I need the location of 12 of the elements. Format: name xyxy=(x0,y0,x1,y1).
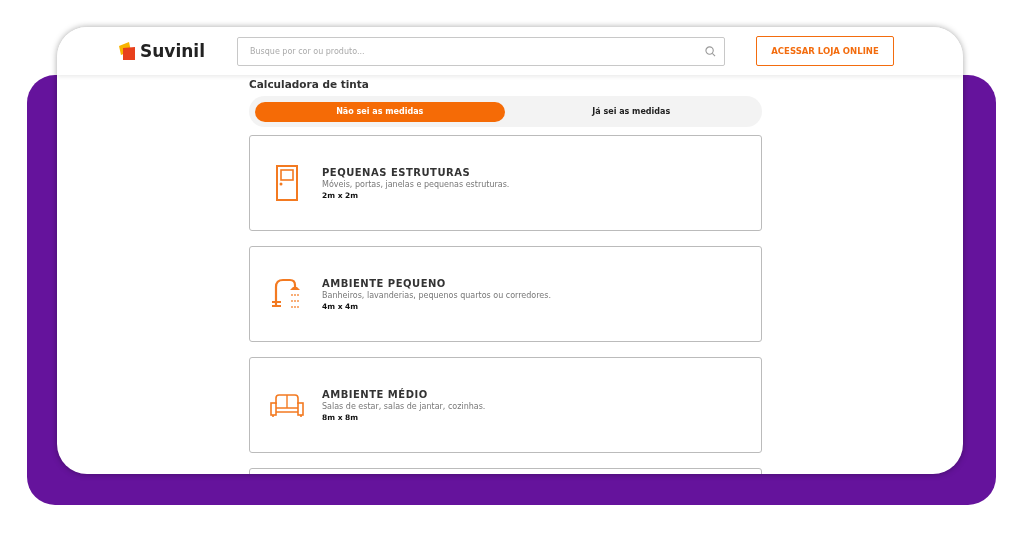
option-description: Móveis, portas, janelas e pequenas estruturas. xyxy=(322,179,510,189)
option-description: Salas de estar, salas de jantar, cozinhas. xyxy=(322,401,486,411)
logo-icon xyxy=(117,41,137,61)
option-title: AMBIENTE PEQUENO xyxy=(322,277,447,289)
option-description: Banheiros, lavanderias, pequenos quartos ou corredores. xyxy=(322,290,551,300)
logo-text: Suvinil xyxy=(140,41,205,61)
search-field[interactable]: Busque por cor ou produto... xyxy=(237,36,725,66)
search-icon xyxy=(705,45,716,57)
option-title: PEQUENAS ESTRUTURAS xyxy=(322,166,472,178)
tab[interactable]: Já sei as medidas xyxy=(506,101,756,122)
page-title: Calculadora de tinta xyxy=(249,78,370,90)
option-title: AMBIENTE MÉDIO xyxy=(322,388,429,400)
